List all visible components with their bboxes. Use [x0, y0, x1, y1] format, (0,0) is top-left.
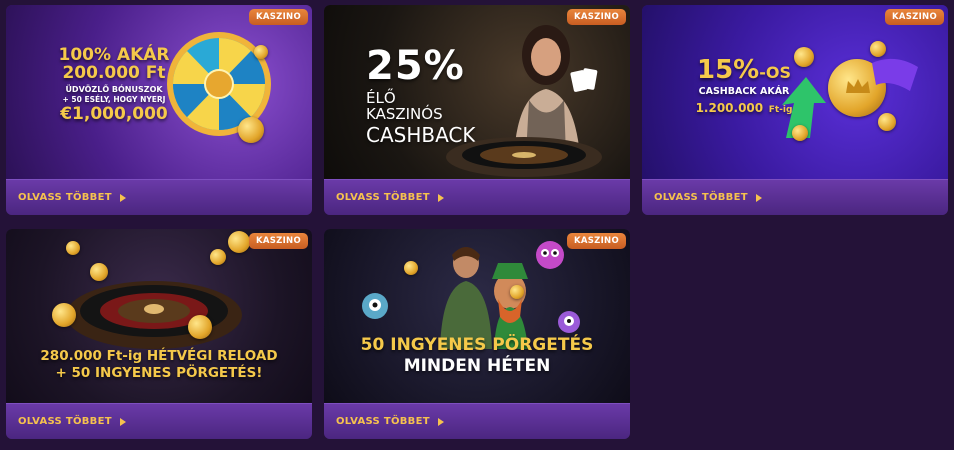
read-more-label: OLVASS TÖBBET — [18, 192, 112, 203]
promo-headline: 25% — [366, 43, 465, 89]
playing-cards-icon — [570, 68, 598, 92]
promo-amount-value: 1.200.000 — [695, 101, 764, 116]
game-characters-image — [440, 247, 528, 349]
coin-icon — [870, 41, 886, 57]
roulette-table-icon — [446, 137, 602, 177]
category-badge: KASZINO — [884, 9, 944, 25]
read-more-label: OLVASS TÖBBET — [654, 192, 748, 203]
play-arrow-icon — [119, 193, 126, 202]
play-arrow-icon — [755, 193, 762, 202]
coin-icon — [228, 231, 250, 253]
promo-image[interactable]: 25% ÉLŐ KASZINÓS CASHBACK KASZINO — [324, 5, 630, 179]
coin-icon — [188, 315, 212, 339]
crown-icon — [846, 79, 870, 93]
read-more-label: OLVASS TÖBBET — [336, 192, 430, 203]
play-arrow-icon — [437, 193, 444, 202]
coin-icon — [52, 303, 76, 327]
promo-subtitle: ÜDVÖZLŐ BÓNUSZOK — [65, 84, 163, 94]
promo-image[interactable]: 15%-OS CASHBACK AKÁR 1.200.000 Ft-ig KAS… — [642, 5, 948, 179]
promo-jackpot: €1,000,000 — [60, 103, 168, 124]
coin-icon — [66, 241, 80, 255]
monster-icon — [362, 293, 388, 319]
read-more-link[interactable]: OLVASS TÖBBET — [6, 403, 312, 439]
promo-card-welcome-bonus[interactable]: 100% AKÁR 200.000 Ft ÜDVÖZLŐ BÓNUSZOK + … — [6, 5, 312, 215]
promo-card-live-cashback[interactable]: 25% ÉLŐ KASZINÓS CASHBACK KASZINO OLVASS… — [324, 5, 630, 215]
category-badge: KASZINO — [566, 233, 626, 249]
promo-card-cashback[interactable]: 15%-OS CASHBACK AKÁR 1.200.000 Ft-ig KAS… — [642, 5, 948, 215]
category-badge: KASZINO — [248, 233, 308, 249]
roulette-wheel-icon — [66, 281, 242, 349]
promo-card-free-spins[interactable]: 50 INGYENES PÖRGETÉS MINDEN HÉTEN KASZIN… — [324, 229, 630, 439]
coin-icon — [878, 113, 896, 131]
promo-card-weekend-reload[interactable]: 280.000 Ft-ig HÉTVÉGI RELOAD + 50 INGYEN… — [6, 229, 312, 439]
promo-image[interactable]: 50 INGYENES PÖRGETÉS MINDEN HÉTEN KASZIN… — [324, 229, 630, 403]
play-arrow-icon — [437, 417, 444, 426]
monster-icon — [536, 241, 564, 269]
monster-icon — [558, 311, 580, 333]
coin-icon — [254, 45, 268, 59]
play-arrow-icon — [119, 417, 126, 426]
category-badge: KASZINO — [566, 9, 626, 25]
coin-icon — [210, 249, 226, 265]
promo-headline: 50 INGYENES PÖRGETÉS — [360, 335, 594, 355]
coin-icon — [510, 285, 524, 299]
read-more-link[interactable]: OLVASS TÖBBET — [6, 179, 312, 215]
coin-icon — [792, 125, 808, 141]
read-more-link[interactable]: OLVASS TÖBBET — [324, 179, 630, 215]
coin-icon — [794, 47, 814, 67]
promo-subtitle: MINDEN HÉTEN — [403, 355, 551, 376]
promo-amount: 200.000 Ft — [62, 62, 166, 83]
read-more-link[interactable]: OLVASS TÖBBET — [324, 403, 630, 439]
promo-subtitle: ÉLŐ KASZINÓS — [366, 89, 443, 123]
coin-icon — [404, 261, 418, 275]
promo-percent: 15% — [697, 55, 760, 85]
read-more-label: OLVASS TÖBBET — [336, 416, 430, 427]
promo-headline: 280.000 Ft-ig HÉTVÉGI RELOAD — [40, 348, 278, 364]
read-more-link[interactable]: OLVASS TÖBBET — [642, 179, 948, 215]
promo-image[interactable]: 100% AKÁR 200.000 Ft ÜDVÖZLŐ BÓNUSZOK + … — [6, 5, 312, 179]
promo-subtitle-2: + 50 ESÉLY, HOGY NYERJ — [62, 95, 166, 105]
coin-icon — [238, 117, 264, 143]
category-badge: KASZINO — [248, 9, 308, 25]
promo-subtitle: + 50 INGYENES PÖRGETÉS! — [55, 365, 263, 382]
ribbon-icon — [872, 58, 918, 91]
read-more-label: OLVASS TÖBBET — [18, 416, 112, 427]
promo-image[interactable]: 280.000 Ft-ig HÉTVÉGI RELOAD + 50 INGYEN… — [6, 229, 312, 403]
coin-icon — [90, 263, 108, 281]
